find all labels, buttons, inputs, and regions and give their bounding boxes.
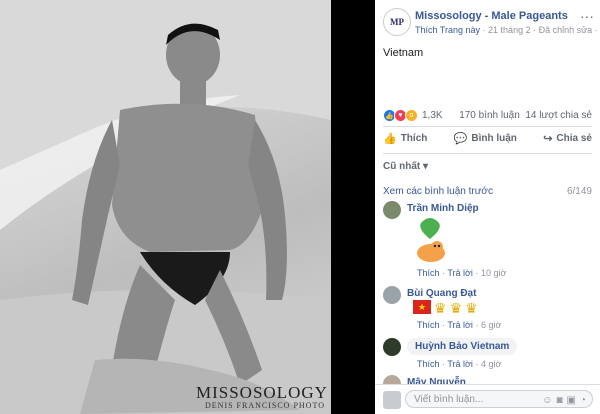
composer-icons: ☺ ◙ ▣ ◔	[542, 392, 586, 410]
page-name-link[interactable]: Missosology - Male Pageants	[415, 10, 568, 22]
comment-reply-link[interactable]: Trả lời	[447, 268, 473, 278]
crown-icon: ♛	[465, 300, 478, 316]
comment-time: 6 giờ	[480, 320, 502, 330]
comment-time: 4 giờ	[480, 359, 502, 369]
avatar[interactable]	[383, 286, 401, 304]
wow-reaction-icon: o	[405, 109, 418, 122]
avatar[interactable]	[383, 201, 401, 219]
post-meta: Thích Trang này · 21 tháng 2 · Đã chỉnh …	[415, 25, 600, 36]
share-label: Chia sẻ	[556, 133, 592, 144]
comment-count: 6/149	[566, 186, 592, 197]
comment-input[interactable]: Viết bình luận... ☺ ◙ ▣ ◔	[405, 390, 593, 408]
comments-count[interactable]: 170 bình luận	[459, 110, 520, 121]
comment-actions: Thích · Trả lời · 10 giờ	[417, 268, 507, 278]
commenter-name[interactable]: Bùi Quang Đạt	[407, 288, 476, 299]
more-dots-icon[interactable]: ···	[580, 8, 594, 24]
crown-icon: ♛	[434, 300, 447, 316]
sticker-icon[interactable]: ◔	[580, 392, 586, 410]
comment-actions: Thích · Trả lời · 4 giờ	[417, 359, 502, 369]
comment-like-link[interactable]: Thích	[417, 320, 440, 330]
page-avatar[interactable]: MP	[383, 8, 411, 36]
view-previous-comments[interactable]: Xem các bình luận trước	[383, 186, 493, 197]
emoji-row: ★ ♛ ♛ ♛	[413, 300, 478, 317]
camera-icon[interactable]: ◙	[556, 392, 562, 410]
post-stats: 170 bình luận 14 lượt chia sẻ	[459, 110, 592, 121]
comment-label: Bình luận	[471, 133, 517, 144]
comment-bubble[interactable]: Huỳnh Bảo Vietnam	[407, 338, 518, 355]
divider	[383, 153, 592, 154]
comment-actions: Thích · Trả lời · 6 giờ	[417, 320, 502, 330]
caret-down-icon: ▾	[423, 161, 429, 172]
thumbs-up-icon: 👍	[383, 133, 397, 145]
like-page-link[interactable]: Thích Trang này	[415, 25, 480, 35]
sticker-image	[409, 217, 451, 265]
shares-count[interactable]: 14 lượt chia sẻ	[525, 110, 592, 121]
photo-illustration	[0, 0, 331, 414]
reaction-summary[interactable]: 👍 ♥ o 1,3K	[383, 109, 443, 122]
sort-label: Cũ nhất	[383, 161, 421, 172]
gif-icon[interactable]: ▣	[567, 392, 576, 410]
vietnam-flag-icon: ★	[413, 300, 431, 314]
comment-reply-link[interactable]: Trả lời	[447, 359, 473, 369]
photo-viewer[interactable]: MISSOSOLOGY DENIS FRANCISCO PHOTO	[0, 0, 375, 414]
reaction-count: 1,3K	[422, 110, 443, 121]
crown-icon: ♛	[449, 300, 463, 316]
comment-icon: 💬	[453, 133, 468, 145]
post-caption: Vietnam	[383, 47, 424, 59]
divider	[383, 126, 592, 127]
post-meta-text: · 21 tháng 2 · Đã chỉnh sửa ·	[480, 25, 600, 35]
comment-placeholder: Viết bình luận...	[414, 394, 484, 405]
post-photo: MISSOSOLOGY DENIS FRANCISCO PHOTO	[0, 0, 331, 414]
post-actions: 👍 Thích 💬 Bình luận ↪ Chia sẻ	[383, 132, 592, 145]
comment-like-link[interactable]: Thích	[417, 268, 440, 278]
post-sidebar: MP Missosology - Male Pageants Thích Tra…	[375, 0, 600, 414]
share-icon: ↪	[543, 133, 553, 145]
avatar	[383, 391, 401, 409]
comment-like-link[interactable]: Thích	[417, 359, 440, 369]
watermark: MISSOSOLOGY	[196, 383, 328, 402]
like-button[interactable]: 👍 Thích	[383, 132, 427, 145]
comment-reply-link[interactable]: Trả lời	[447, 320, 473, 330]
avatar[interactable]	[383, 338, 401, 356]
watermark-credit: DENIS FRANCISCO PHOTO	[205, 401, 325, 410]
comment-composer: Viết bình luận... ☺ ◙ ▣ ◔	[375, 384, 600, 414]
comment-sort-dropdown[interactable]: Cũ nhất ▾	[383, 161, 428, 172]
comment-button[interactable]: 💬 Bình luận	[454, 132, 517, 145]
share-button[interactable]: ↪ Chia sẻ	[543, 132, 592, 145]
commenter-name[interactable]: Trần Minh Diệp	[407, 203, 479, 214]
comment-time: 10 giờ	[480, 268, 507, 278]
emoji-icon[interactable]: ☺	[542, 392, 552, 410]
like-label: Thích	[400, 133, 428, 144]
